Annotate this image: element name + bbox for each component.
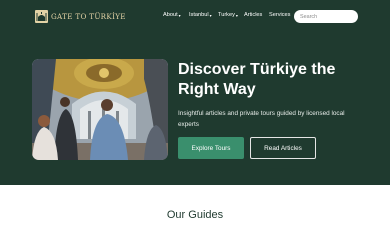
guides-section-title: Our Guides — [166, 209, 224, 221]
hero-image — [32, 59, 168, 160]
mosque-logo-icon — [35, 9, 48, 23]
nav-istanbul[interactable]: Istanbul ▾ — [189, 12, 212, 18]
hero-subtitle: Insightful articles and private tours gu… — [178, 110, 345, 128]
nav-services[interactable]: Services — [269, 12, 290, 18]
search-input[interactable] — [294, 10, 358, 23]
chevron-down-icon: ▾ — [178, 12, 181, 18]
nav-articles[interactable]: Articles — [244, 12, 262, 18]
top-navigation: GATE TO TÜRKİYE About ▾ Istanbul ▾ Turke… — [0, 0, 390, 34]
nav-turkey-label: Turkey — [218, 12, 235, 18]
mosque-interior-photo — [32, 59, 168, 160]
nav-services-label: Services — [269, 12, 291, 18]
nav-turkey[interactable]: Turkey ▾ — [218, 12, 238, 18]
chevron-down-icon: ▾ — [209, 12, 212, 18]
nav-articles-label: Articles — [244, 12, 263, 18]
hero-title: Discover Türkiye the Right Way — [178, 61, 336, 98]
read-articles-button[interactable]: Read Articles — [250, 137, 316, 159]
nav-istanbul-label: Istanbul — [189, 12, 209, 18]
logo-text: GATE TO TÜRKİYE — [51, 11, 126, 21]
nav-about[interactable]: About ▾ — [163, 12, 181, 18]
nav-about-label: About — [163, 12, 178, 18]
chevron-down-icon: ▾ — [235, 12, 238, 18]
hero-section: GATE TO TÜRKİYE About ▾ Istanbul ▾ Turke… — [0, 0, 390, 185]
explore-tours-button[interactable]: Explore Tours — [178, 137, 244, 159]
site-logo[interactable]: GATE TO TÜRKİYE — [35, 9, 126, 23]
